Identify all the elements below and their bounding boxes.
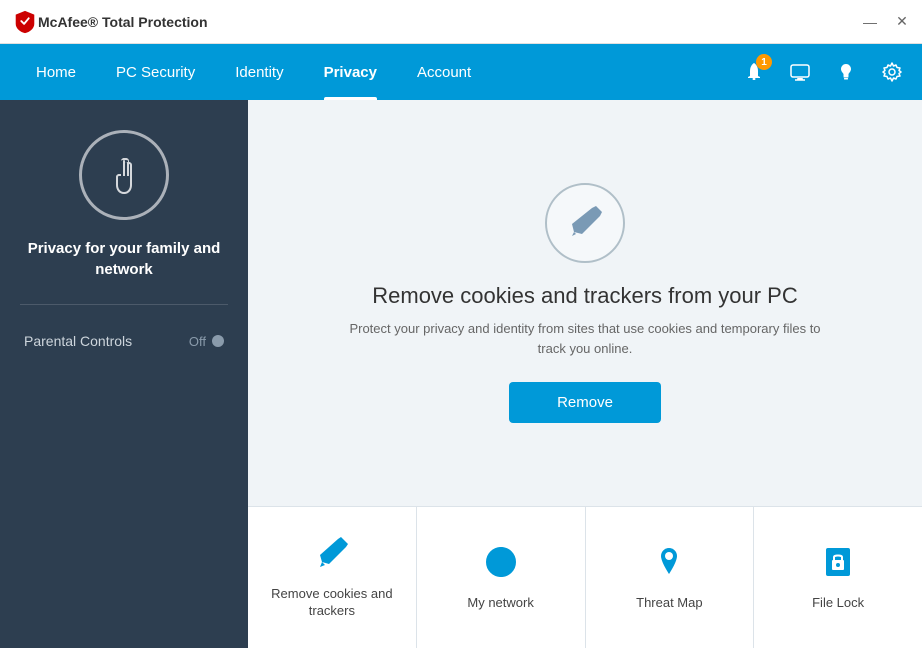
hand-icon (99, 150, 149, 200)
card-my-network[interactable]: My network (417, 507, 586, 648)
window-controls: — ✕ (862, 13, 910, 30)
nav-links: Home PC Security Identity Privacy Accoun… (16, 44, 491, 100)
main-content: Remove cookies and trackers from your PC… (248, 100, 922, 648)
close-button[interactable]: ✕ (894, 13, 910, 30)
parental-controls-status: Off (189, 334, 224, 349)
card-threat-map[interactable]: Threat Map (586, 507, 755, 648)
tips-button[interactable] (832, 58, 860, 86)
card-broom-icon (314, 535, 350, 576)
card-threat-map-label: Threat Map (636, 595, 702, 612)
nav-icon-group: 1 (740, 58, 906, 86)
hero-icon-circle (545, 183, 625, 263)
nav-identity[interactable]: Identity (215, 44, 303, 100)
card-pin-icon (651, 544, 687, 585)
nav-account[interactable]: Account (397, 44, 491, 100)
card-my-network-label: My network (467, 595, 533, 612)
sidebar: Privacy for your family and network Pare… (0, 100, 248, 648)
notification-badge: 1 (756, 54, 772, 70)
hero-section: Remove cookies and trackers from your PC… (248, 100, 922, 506)
hero-title: Remove cookies and trackers from your PC (372, 283, 798, 309)
hero-broom-icon (564, 202, 606, 244)
remove-button[interactable]: Remove (509, 382, 661, 423)
parental-controls-toggle[interactable] (212, 335, 224, 347)
nav-home[interactable]: Home (16, 44, 96, 100)
parental-controls-label: Parental Controls (24, 333, 132, 349)
parental-controls-status-text: Off (189, 334, 206, 349)
gear-icon (881, 61, 903, 83)
notifications-button[interactable]: 1 (740, 58, 768, 86)
lightbulb-icon (835, 61, 857, 83)
card-file-lock[interactable]: File Lock (754, 507, 922, 648)
sidebar-section-title: Privacy for your family and network (20, 238, 228, 280)
cards-row: Remove cookies and trackers My network (248, 506, 922, 648)
sidebar-divider (20, 304, 228, 305)
display-button[interactable] (786, 58, 814, 86)
settings-button[interactable] (878, 58, 906, 86)
card-file-lock-label: File Lock (812, 595, 864, 612)
card-remove-cookies-label: Remove cookies and trackers (264, 586, 400, 620)
card-filelock-icon (820, 544, 856, 585)
card-remove-cookies[interactable]: Remove cookies and trackers (248, 507, 417, 648)
mcafee-logo (12, 9, 38, 35)
main-layout: Privacy for your family and network Pare… (0, 100, 922, 648)
titlebar: McAfee® Total Protection — ✕ (0, 0, 922, 44)
minimize-button[interactable]: — (862, 13, 878, 30)
sidebar-privacy-icon-circle (79, 130, 169, 220)
navbar: Home PC Security Identity Privacy Accoun… (0, 44, 922, 100)
display-icon (789, 61, 811, 83)
nav-pc-security[interactable]: PC Security (96, 44, 215, 100)
app-title: McAfee® Total Protection (38, 14, 862, 30)
nav-privacy[interactable]: Privacy (304, 44, 397, 100)
hero-subtitle: Protect your privacy and identity from s… (335, 319, 835, 358)
card-globe-icon (483, 544, 519, 585)
sidebar-parental-controls[interactable]: Parental Controls Off (20, 325, 228, 357)
